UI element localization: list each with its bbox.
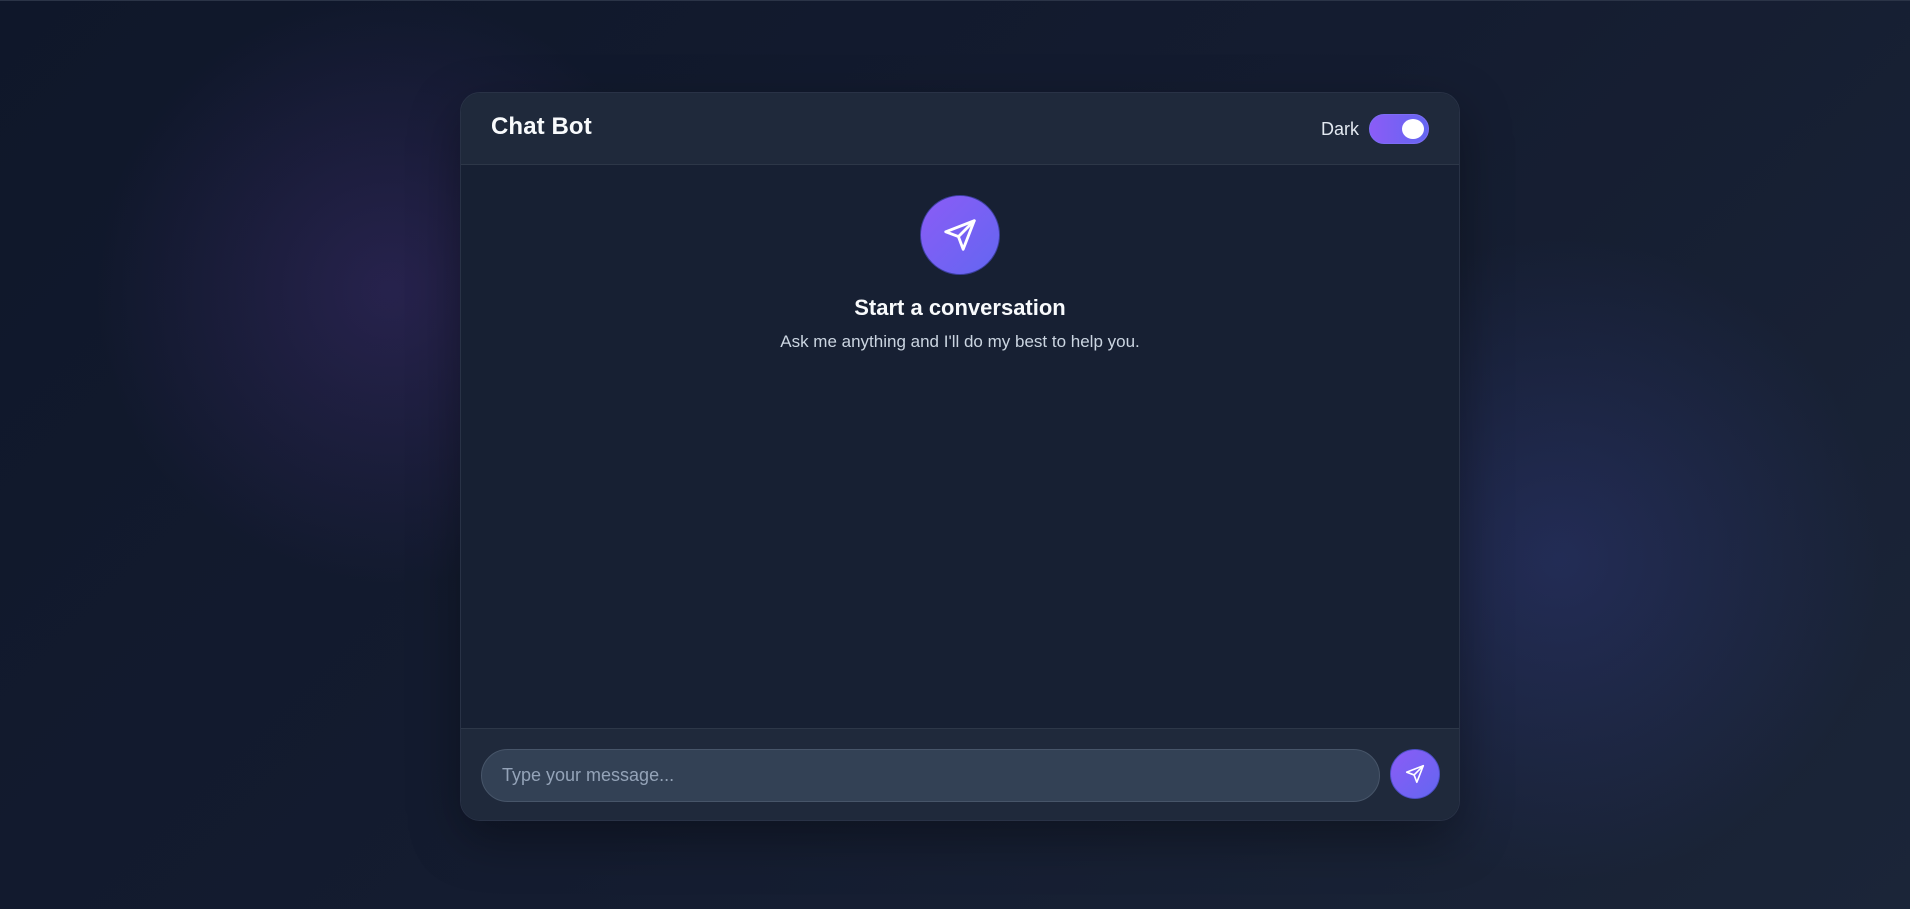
send-icon xyxy=(920,195,1000,275)
chat-header: Chat Bot Dark xyxy=(461,93,1459,165)
message-composer xyxy=(461,728,1459,820)
theme-label: Dark xyxy=(1320,118,1359,139)
theme-toggle[interactable] xyxy=(1369,114,1429,144)
chat-title: Chat Bot xyxy=(491,113,592,140)
send-icon xyxy=(1404,763,1426,785)
top-border xyxy=(0,0,1910,1)
message-input[interactable] xyxy=(481,749,1380,802)
theme-control: Dark xyxy=(1321,114,1429,144)
send-button[interactable] xyxy=(1390,749,1440,799)
empty-state: Start a conversation Ask me anything and… xyxy=(461,165,1459,352)
empty-state-subtitle: Ask me anything and I'll do my best to h… xyxy=(780,332,1140,351)
chat-window: Chat Bot Dark Start a conversation Ask m… xyxy=(460,92,1460,821)
toggle-knob xyxy=(1402,119,1424,139)
empty-state-title: Start a conversation xyxy=(854,295,1066,320)
